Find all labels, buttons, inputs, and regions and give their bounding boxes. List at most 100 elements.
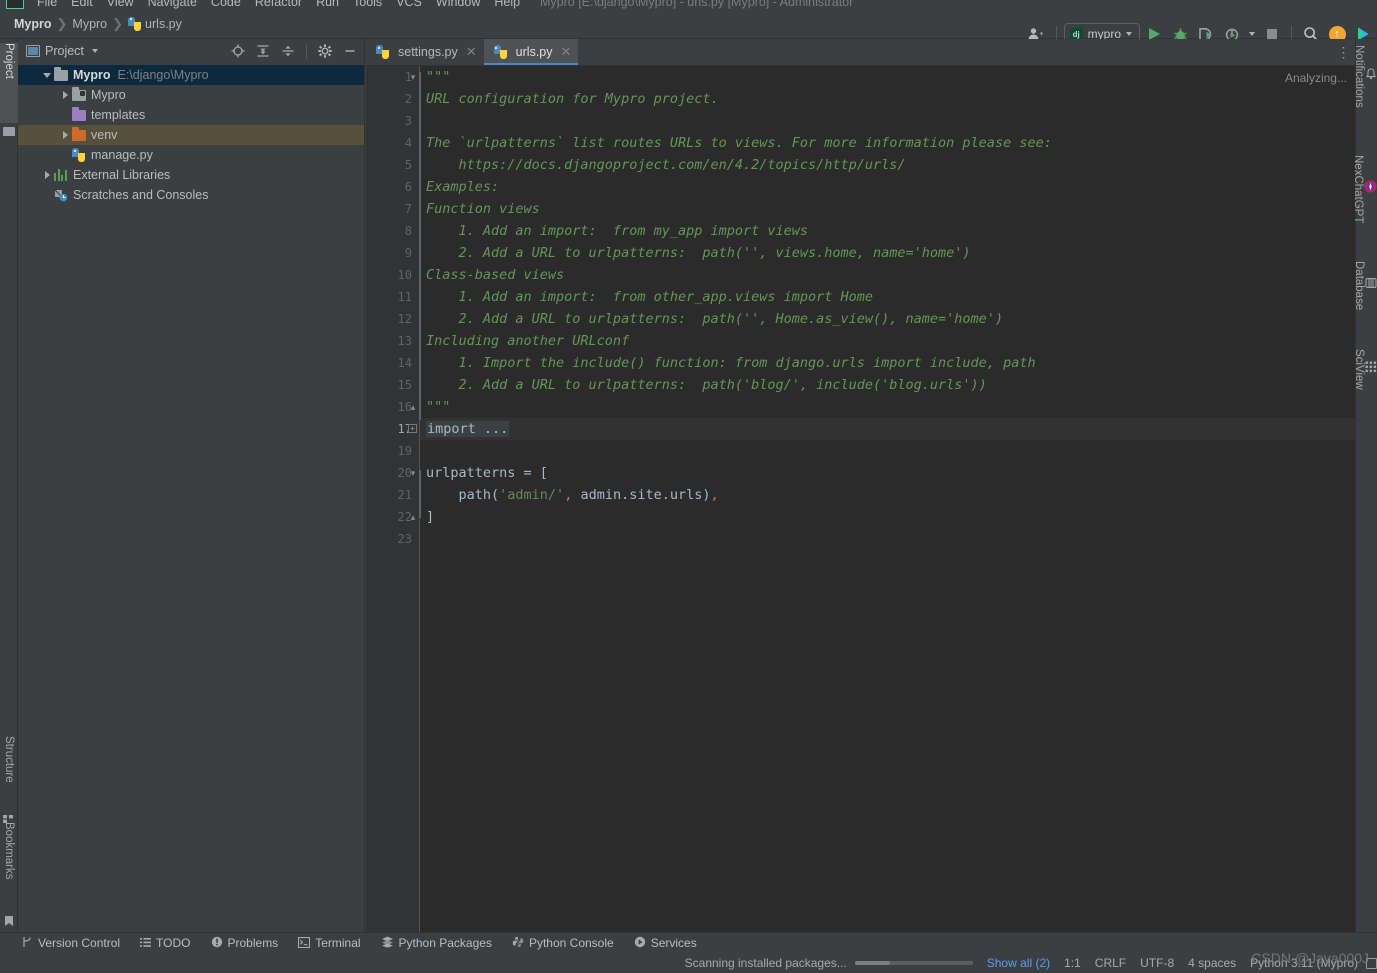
code-line[interactable]: import ...	[426, 418, 509, 440]
menu-item-window[interactable]: Window	[429, 0, 487, 9]
sidebar-item-nexchatgpt[interactable]: NexChatGPT	[1355, 155, 1377, 223]
code-line[interactable]: ]	[426, 506, 434, 528]
collapse-all-icon[interactable]	[278, 41, 298, 61]
menu-item-tools[interactable]: Tools	[346, 0, 389, 9]
fold-end-docstring[interactable]: ▴	[408, 402, 418, 412]
tree-row-scratches-and-consoles[interactable]: Scratches and Consoles	[18, 185, 364, 205]
menu-item-vcs[interactable]: VCS	[389, 0, 429, 9]
code-line[interactable]: Class-based views	[426, 264, 564, 286]
sidebar-item-structure[interactable]: Structure	[0, 736, 18, 812]
file-encoding[interactable]: UTF-8	[1140, 956, 1174, 970]
code-line[interactable]: 1. Add an import: from my_app import vie…	[426, 220, 808, 242]
code-line[interactable]: urlpatterns = [	[426, 462, 548, 484]
code-line[interactable]: https://docs.djangoproject.com/en/4.2/to…	[426, 154, 906, 176]
menu-item-run[interactable]: Run	[309, 0, 346, 9]
line-number-gutter[interactable]: 12345678910111213141516171920212223	[366, 66, 420, 932]
sidebar-item-sciview[interactable]: SciView	[1355, 349, 1377, 390]
tree-row-manage-py[interactable]: manage.py	[18, 145, 364, 165]
chevron-right-icon[interactable]	[40, 171, 54, 179]
code-line[interactable]: Examples:	[426, 176, 499, 198]
tree-row-external-libraries[interactable]: External Libraries	[18, 165, 364, 185]
code-line[interactable]: 1. Add an import: from other_app.views i…	[426, 286, 873, 308]
line-number[interactable]: 4	[405, 132, 412, 154]
tree-row-mypro-package[interactable]: Mypro	[18, 85, 364, 105]
tool-button-services[interactable]: Services	[634, 936, 697, 950]
indent-setting[interactable]: 4 spaces	[1188, 956, 1236, 970]
caret-position[interactable]: 1:1	[1064, 956, 1081, 970]
line-number[interactable]: 10	[398, 264, 412, 286]
sidebar-item-bookmarks[interactable]: Bookmarks	[0, 822, 18, 912]
code-line[interactable]: Function views	[426, 198, 540, 220]
line-number[interactable]: 19	[398, 440, 412, 462]
line-number[interactable]: 3	[405, 110, 412, 132]
code-line[interactable]: URL configuration for Mypro project.	[426, 88, 719, 110]
line-separator[interactable]: CRLF	[1095, 956, 1126, 970]
line-number[interactable]: 5	[405, 154, 412, 176]
expand-all-icon[interactable]	[253, 41, 273, 61]
line-number[interactable]: 9	[405, 242, 412, 264]
line-number[interactable]: 21	[398, 484, 412, 506]
fold-collapse-urlpatterns[interactable]: ▾	[408, 468, 418, 478]
chevron-down-icon[interactable]	[40, 73, 54, 78]
code-line[interactable]: The `urlpatterns` list routes URLs to vi…	[426, 132, 1052, 154]
tool-button-python-packages[interactable]: Python Packages	[381, 936, 492, 950]
code-content[interactable]: """URL configuration for Mypro project.T…	[420, 66, 1355, 932]
close-icon[interactable]: ✕	[561, 44, 572, 60]
tree-row-venv[interactable]: venv	[18, 125, 364, 145]
tree-row-mypro-root[interactable]: Mypro E:\django\Mypro	[18, 65, 364, 85]
code-line[interactable]: 2. Add a URL to urlpatterns: path('', Ho…	[426, 308, 1003, 330]
gear-icon[interactable]	[315, 41, 335, 61]
menu-bar[interactable]: File Edit View Navigate Code Refactor Ru…	[0, 0, 1377, 9]
menu-item-edit[interactable]: Edit	[64, 0, 100, 9]
breadcrumb-item-file[interactable]: urls.py	[145, 17, 182, 31]
code-line[interactable]: Including another URLconf	[426, 330, 629, 352]
code-line[interactable]: """	[426, 66, 450, 88]
code-line[interactable]: """	[426, 396, 450, 418]
line-number[interactable]: 14	[398, 352, 412, 374]
line-number[interactable]: 2	[405, 88, 412, 110]
minimize-icon[interactable]	[340, 41, 360, 61]
code-line[interactable]: 2. Add a URL to urlpatterns: path('', vi…	[426, 242, 971, 264]
sidebar-item-database[interactable]: Database	[1355, 261, 1377, 310]
line-number[interactable]: 13	[398, 330, 412, 352]
line-number[interactable]: 12	[398, 308, 412, 330]
code-editor[interactable]: 12345678910111213141516171920212223 """U…	[366, 66, 1355, 932]
python-interpreter[interactable]: Python 3.11 (Mypro)	[1250, 956, 1358, 970]
show-all-link[interactable]: Show all (2)	[987, 956, 1050, 970]
code-line[interactable]: path('admin/', admin.site.urls),	[426, 484, 719, 506]
breadcrumb-item-package[interactable]: Mypro	[72, 17, 107, 31]
line-number[interactable]: 6	[405, 176, 412, 198]
tool-button-python-console[interactable]: Python Console	[512, 936, 614, 950]
breadcrumb-item-project[interactable]: Mypro	[14, 17, 52, 31]
tree-row-templates[interactable]: templates	[18, 105, 364, 125]
tab-urls-py[interactable]: urls.py ✕	[484, 39, 579, 65]
menu-item-refactor[interactable]: Refactor	[248, 0, 309, 9]
tool-button-problems[interactable]: Problems	[211, 936, 279, 950]
sidebar-item-notifications[interactable]: Notifications	[1355, 45, 1377, 108]
close-icon[interactable]: ✕	[466, 44, 477, 60]
more-vertical-icon[interactable]: ⋮	[1333, 39, 1355, 65]
line-number[interactable]: 11	[398, 286, 412, 308]
lock-icon[interactable]	[1366, 958, 1377, 969]
line-number[interactable]: 15	[398, 374, 412, 396]
fold-collapse-docstring[interactable]: ▾	[408, 72, 418, 82]
folded-import-region[interactable]: import ...	[426, 421, 509, 437]
tool-button-terminal[interactable]: Terminal	[298, 936, 360, 950]
menu-item-file[interactable]: File	[30, 0, 64, 9]
fold-expand-import[interactable]: +	[408, 424, 417, 433]
menu-item-navigate[interactable]: Navigate	[141, 0, 204, 9]
line-number[interactable]: 23	[398, 528, 412, 550]
tab-settings-py[interactable]: settings.py ✕	[366, 39, 484, 65]
menu-item-view[interactable]: View	[100, 0, 141, 9]
line-number[interactable]: 7	[405, 198, 412, 220]
fold-end-urlpatterns[interactable]: ▴	[408, 512, 418, 522]
menu-item-help[interactable]: Help	[487, 0, 527, 9]
locate-target-icon[interactable]	[228, 41, 248, 61]
chevron-right-icon[interactable]	[58, 91, 72, 99]
chevron-down-icon[interactable]	[92, 49, 98, 53]
code-line[interactable]: 2. Add a URL to urlpatterns: path('blog/…	[426, 374, 987, 396]
line-number[interactable]: 8	[405, 220, 412, 242]
menu-item-code[interactable]: Code	[204, 0, 248, 9]
tool-button-version-control[interactable]: Version Control	[22, 936, 120, 950]
code-line[interactable]: 1. Import the include() function: from d…	[426, 352, 1036, 374]
